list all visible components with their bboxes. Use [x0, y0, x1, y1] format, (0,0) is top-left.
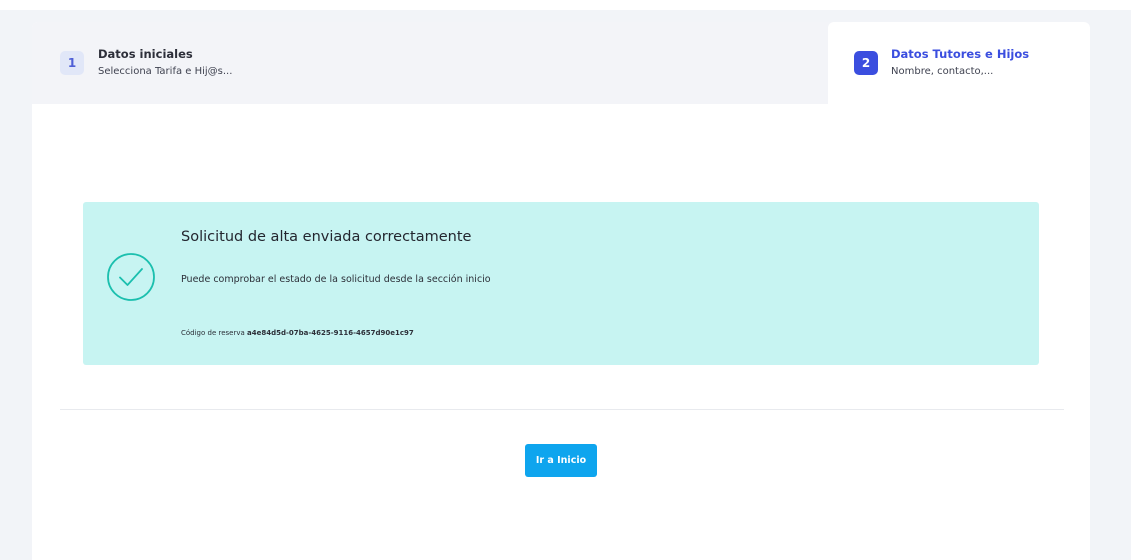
reservation-code-label: Código de reserva — [181, 329, 245, 337]
wizard-card: 1 Datos iniciales Selecciona Tarifa e Hi… — [32, 22, 1090, 560]
step-subtitle: Nombre, contacto,... — [891, 66, 994, 77]
step-datos-tutores[interactable]: 2 Datos Tutores e Hijos Nombre, contacto… — [828, 22, 1090, 104]
reservation-code-value: a4e84d5d-07ba-4625-9116-4657d90e1c97 — [247, 329, 414, 337]
alert-title: Solicitud de alta enviada correctamente — [181, 229, 472, 245]
reservation-code: Código de reserva a4e84d5d-07ba-4625-911… — [181, 329, 414, 337]
step-number: 2 — [854, 51, 878, 75]
step-datos-iniciales[interactable]: 1 Datos iniciales Selecciona Tarifa e Hi… — [32, 22, 828, 104]
wizard-steps: 1 Datos iniciales Selecciona Tarifa e Hi… — [32, 22, 1090, 104]
step-title: Datos Tutores e Hijos — [891, 47, 1030, 61]
step-subtitle: Selecciona Tarifa e Hij@s... — [98, 66, 233, 77]
step-title: Datos iniciales — [98, 47, 193, 61]
success-alert: Solicitud de alta enviada correctamente … — [83, 202, 1039, 365]
alert-message: Puede comprobar el estado de la solicitu… — [181, 274, 491, 285]
go-home-button[interactable]: Ir a Inicio — [525, 444, 597, 477]
step-number: 1 — [60, 51, 84, 75]
check-circle-icon — [107, 253, 155, 301]
divider — [60, 409, 1064, 410]
